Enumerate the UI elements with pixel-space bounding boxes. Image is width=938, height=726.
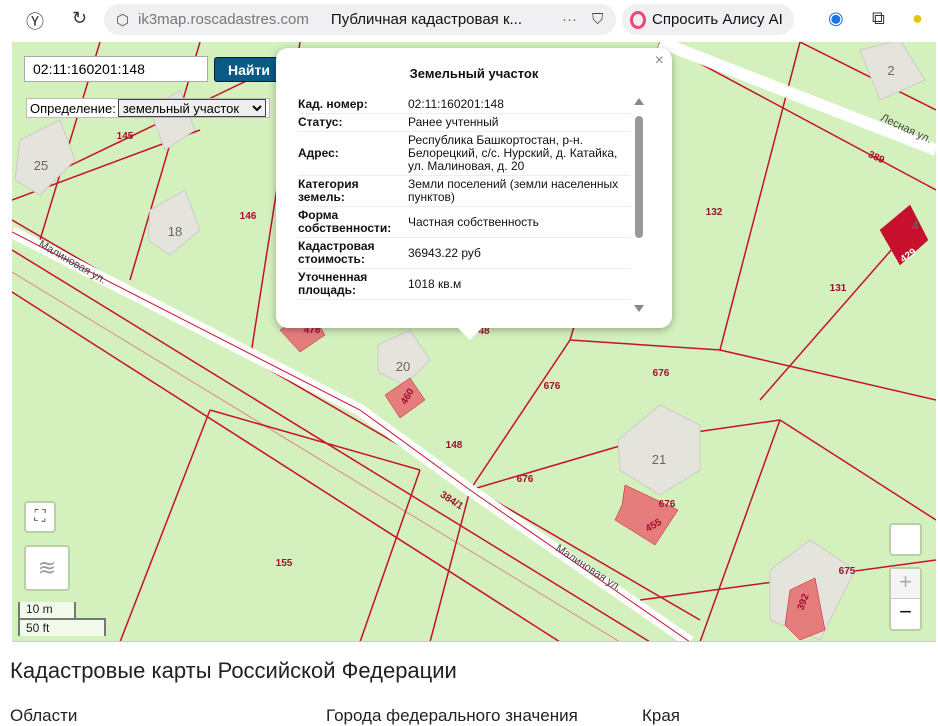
field-label: Уточненная площадь: [298, 268, 408, 300]
parcel-info-table: Кад. номер: 02:11:160201:148 Статус: Ранее… [298, 96, 630, 300]
ruler-icon: ⛶ [34, 508, 46, 525]
definition-select[interactable]: земельный участок [117, 99, 266, 117]
field-label: Кадастровая стоимость: [298, 237, 408, 269]
house-number: 21 [652, 452, 666, 467]
parcel-label: 131 [830, 283, 847, 294]
field-value: Земли поселений (земли населенных пункто… [408, 175, 630, 207]
extensions-icon[interactable]: ⧉ [872, 8, 885, 29]
layers-button[interactable]: ≋ [24, 545, 70, 591]
table-row: Кад. номер: 02:11:160201:148 [298, 96, 630, 114]
street-label: Малиновая ул. [553, 542, 623, 593]
parcel-label: 676 [544, 381, 561, 392]
alice-icon [630, 10, 646, 29]
profile-icon[interactable]: ● [912, 8, 923, 29]
definition-control: Определение: земельный участок [26, 98, 270, 118]
house-number: 25 [34, 158, 48, 173]
parcel-label: 676 [517, 474, 534, 485]
definition-label: Определение: [30, 100, 116, 116]
parcel-label: 148 [446, 440, 463, 451]
url-text: ik3map.roscadastres.com [138, 11, 309, 28]
parcel-info-popup: Земельный участок × Кад. номер: 02:11:160… [276, 48, 672, 340]
popup-title: Земельный участок [409, 66, 539, 81]
table-row: Кадастровая стоимость: 36943.22 руб [298, 237, 630, 269]
field-value: 36943.22 руб [408, 237, 630, 269]
popup-scrollbar[interactable] [634, 98, 644, 312]
field-value: Республика Башкортостан, р-н. Белорецкий… [408, 131, 630, 176]
column-regions[interactable]: Области [10, 706, 77, 726]
column-territories[interactable]: Края [642, 706, 680, 726]
parcel-label: 146 [240, 211, 257, 222]
table-row: Категория земель: Земли поселений (земли … [298, 175, 630, 207]
street-label: Малиновая ул. [37, 238, 109, 286]
alice-label: Спросить Алису AI [652, 11, 783, 28]
house-number: 2 [887, 63, 894, 78]
find-button[interactable]: Найти [214, 57, 284, 82]
layers-icon: ≋ [37, 555, 57, 580]
parcel-label: 384/1 [438, 489, 465, 512]
fullscreen-button[interactable] [889, 523, 922, 556]
parcel-label: 132 [706, 207, 723, 218]
shield-icon: ⬡ [116, 11, 130, 29]
table-row: Уточненная площадь: 1018 кв.м [298, 268, 630, 300]
table-row: Адрес: Республика Башкортостан, р-н. Бело… [298, 131, 630, 176]
field-value: 02:11:160201:148 [408, 96, 630, 114]
house-number: 4 [911, 218, 918, 233]
page-title-text: Публичная кадастровая к... [330, 11, 523, 28]
reload-icon[interactable]: ↻ [72, 8, 87, 29]
parcel-label: 155 [276, 558, 293, 569]
yandex-icon[interactable]: Ⓨ [26, 8, 44, 34]
scale-metric: 10 m [18, 602, 76, 618]
scroll-up-icon[interactable] [634, 98, 644, 105]
parcel-label: 675 [839, 566, 856, 577]
more-icon[interactable]: ··· [562, 11, 577, 28]
zoom-out-button[interactable]: − [891, 599, 920, 629]
browser-toolbar: Ⓨ ↻ ⬡ ik3map.roscadastres.com Публичная … [0, 0, 938, 40]
vpn-icon[interactable]: ◉ [828, 8, 844, 29]
page-heading: Кадастровые карты Российской Федерации [10, 658, 457, 683]
table-row: Форма собственности: Частная собственност… [298, 206, 630, 238]
field-label: Статус: [298, 113, 408, 132]
close-icon[interactable]: × [655, 52, 664, 70]
scale-imperial: 50 ft [18, 618, 106, 636]
parcel-label: 389 [866, 149, 886, 166]
column-federal-cities[interactable]: Города федерального значения [326, 706, 578, 726]
house-number: 18 [168, 224, 182, 239]
field-value: 1018 кв.м [408, 268, 630, 300]
table-row: Статус: Ранее учтенный [298, 113, 630, 132]
field-value: Частная собственность [408, 206, 630, 238]
field-value: Ранее учтенный [408, 113, 630, 132]
zoom-in-button[interactable]: + [891, 569, 920, 599]
parcel-label: 145 [117, 131, 134, 142]
field-label: Кад. номер: [298, 96, 408, 114]
field-label: Форма собственности: [298, 206, 408, 238]
cadastral-number-input[interactable] [24, 56, 208, 82]
bookmark-icon[interactable]: ⛉ [592, 11, 603, 28]
address-bar[interactable]: ⬡ ik3map.roscadastres.com Публичная када… [104, 4, 616, 35]
alice-button[interactable]: Спросить Алису AI [622, 4, 794, 35]
field-label: Категория земель: [298, 175, 408, 207]
parcel-label: 676 [659, 499, 676, 510]
parcel-label: 676 [653, 368, 670, 379]
measure-button[interactable]: ⛶ [24, 501, 56, 533]
house-number: 20 [396, 359, 410, 374]
field-label: Адрес: [298, 131, 408, 176]
scroll-down-icon[interactable] [634, 305, 644, 312]
scroll-thumb[interactable] [635, 116, 643, 238]
